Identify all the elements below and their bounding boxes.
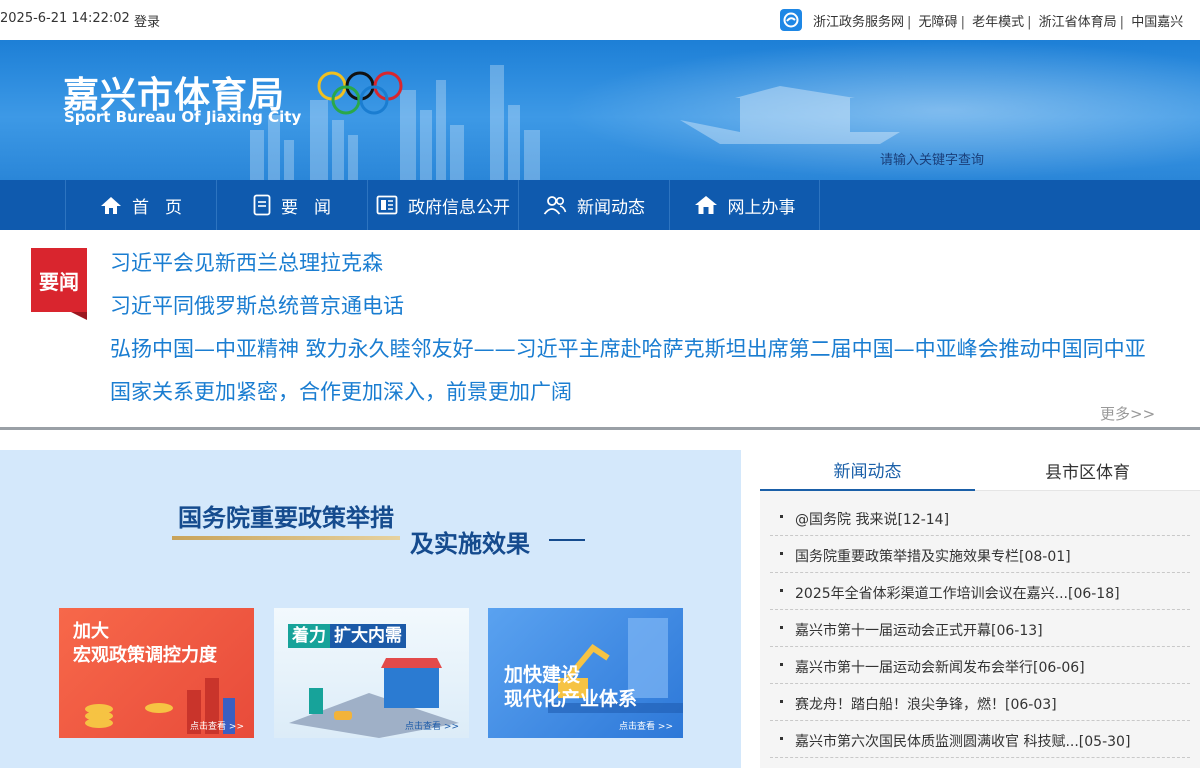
- current-datetime: 2025-6-21 14:22:02: [0, 11, 130, 26]
- list-item[interactable]: 嘉兴市第十一届运动会正式开幕[06-13]: [770, 610, 1190, 647]
- search-input[interactable]: 请输入关键字查询: [880, 149, 984, 168]
- policy-section: 国务院重要政策举措 及实施效果 加大 宏观政策调控力度 点击查看 >> 着力 扩大…: [0, 450, 741, 768]
- nav-dynamics[interactable]: 新闻动态: [518, 180, 669, 230]
- nav-label: 首页: [132, 197, 198, 218]
- policy-title-part1: 国务院重要政策举措: [178, 503, 394, 532]
- tab-news-dynamics[interactable]: 新闻动态: [760, 450, 975, 491]
- site-subtitle: Sport Bureau Of Jiaxing City: [64, 108, 302, 126]
- nav-label: 政府信息公开: [408, 197, 510, 218]
- link-china-jiaxing[interactable]: 中国嘉兴: [1131, 15, 1183, 30]
- top-bar: 2025-6-21 14:22:02 登录 浙江政务服务网 | 无障碍 | 老年模式…: [0, 0, 1200, 40]
- card-cta: 点击查看 >>: [619, 722, 673, 732]
- headline-link[interactable]: 国家关系更加紧密，合作更加深入，前景更加广阔: [110, 376, 572, 406]
- house-icon: [694, 196, 717, 214]
- top-links: 浙江政务服务网 | 无障碍 | 老年模式 | 浙江省体育局 | 中国嘉兴: [813, 15, 1184, 30]
- card-cta: 点击查看 >>: [405, 722, 459, 732]
- link-accessibility[interactable]: 无障碍: [919, 15, 958, 30]
- policy-card-industry[interactable]: 加快建设 现代化产业体系 点击查看 >>: [488, 608, 683, 738]
- main-nav: 首页 要闻 政府信息公开 新闻动态 网上办事: [0, 180, 1200, 230]
- list-item[interactable]: 2025年全省体彩渠道工作培训会议在嘉兴...[06-18]: [770, 573, 1190, 610]
- nav-home[interactable]: 首页: [65, 180, 216, 230]
- list-item[interactable]: 嘉兴市第十一届运动会新闻发布会举行[06-06]: [770, 647, 1190, 684]
- nav-online-services[interactable]: 网上办事: [669, 180, 820, 230]
- headline-link[interactable]: 习近平会见新西兰总理拉克森: [110, 247, 383, 277]
- headline-section: 要闻 习近平会见新西兰总理拉克森 习近平同俄罗斯总统普京通电话 弘扬中国—中亚精…: [0, 230, 1200, 427]
- nav-gov-info[interactable]: 政府信息公开: [367, 180, 518, 230]
- news-list: @国务院 我来说[12-14] 国务院重要政策举措及实施效果专栏[08-01] …: [760, 499, 1200, 758]
- policy-card-demand[interactable]: 着力 扩大内需 点击查看 >>: [274, 608, 469, 738]
- zhejiang-service-logo-icon[interactable]: [780, 9, 802, 31]
- nav-label: 要闻: [281, 197, 347, 218]
- people-icon: [543, 196, 567, 215]
- document-icon: [253, 194, 271, 216]
- login-link[interactable]: 登录: [134, 11, 160, 30]
- olympic-rings-icon: [317, 71, 403, 115]
- tab-county-sports[interactable]: 县市区体育: [975, 450, 1200, 491]
- list-item[interactable]: 国务院重要政策举措及实施效果专栏[08-01]: [770, 536, 1190, 573]
- headline-badge: 要闻: [31, 248, 87, 320]
- policy-card-macro[interactable]: 加大 宏观政策调控力度 点击查看 >>: [59, 608, 254, 738]
- more-link[interactable]: 更多>>: [1100, 403, 1155, 424]
- list-item[interactable]: @国务院 我来说[12-14]: [770, 499, 1190, 536]
- info-panel-icon: [376, 195, 398, 215]
- site-banner: 嘉兴市体育局 Sport Bureau Of Jiaxing City 请输入关…: [0, 40, 1200, 180]
- headline-link[interactable]: 弘扬中国—中亚精神 致力永久睦邻友好——习近平主席赴哈萨克斯坦出席第二届中国—中…: [110, 333, 1146, 363]
- news-panel: 新闻动态 县市区体育 @国务院 我来说[12-14] 国务院重要政策举措及实施效…: [760, 450, 1200, 768]
- link-zhejiang-sport[interactable]: 浙江省体育局: [1039, 15, 1117, 30]
- list-item[interactable]: 赛龙舟！踏白船！浪尖争锋，燃！[06-03]: [770, 684, 1190, 721]
- nav-label: 新闻动态: [577, 197, 645, 218]
- link-zhejiang-service[interactable]: 浙江政务服务网: [813, 15, 904, 30]
- link-elderly-mode[interactable]: 老年模式: [972, 15, 1024, 30]
- section-divider: [0, 427, 1200, 430]
- card-cta: 点击查看 >>: [190, 722, 244, 732]
- home-icon: [101, 197, 121, 214]
- nav-label: 网上办事: [727, 197, 796, 218]
- headline-link[interactable]: 习近平同俄罗斯总统普京通电话: [110, 290, 404, 320]
- red-boat-icon: [680, 86, 900, 144]
- list-item[interactable]: 嘉兴市第六次国民体质监测圆满收官 科技赋...[05-30]: [770, 721, 1190, 758]
- nav-news[interactable]: 要闻: [216, 180, 367, 230]
- policy-title-part2: 及实施效果: [410, 529, 530, 558]
